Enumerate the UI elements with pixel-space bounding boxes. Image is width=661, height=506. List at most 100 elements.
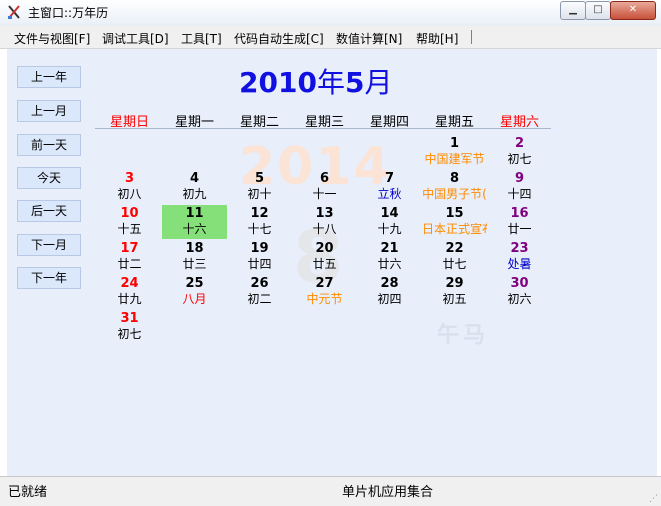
day-number: 19 — [250, 241, 269, 256]
day-cell[interactable]: 8 中国男子节( — [422, 170, 487, 204]
day-cell[interactable]: 10 十五 — [97, 205, 162, 239]
title-year: 2010 — [239, 66, 317, 99]
menu-tools[interactable]: 工具[T] — [181, 30, 222, 47]
day-number: 11 — [185, 206, 204, 221]
title-month-char: 月 — [364, 66, 393, 99]
day-number: 15 — [445, 206, 464, 221]
day-cell[interactable]: 21 廿六 — [357, 240, 422, 274]
lunar-label: 日本正式宣布 — [422, 222, 487, 236]
day-cell[interactable]: 2 初七 — [487, 135, 552, 169]
lunar-label: 廿七 — [442, 257, 467, 271]
day-cell[interactable]: 31 初七 — [97, 310, 162, 344]
day-number: 27 — [315, 276, 334, 291]
day-number: 12 — [250, 206, 269, 221]
menu-numeric[interactable]: 数值计算[N] — [336, 30, 402, 47]
menu-bar: 文件与视图[F] 调试工具[D] 工具[T] 代码自动生成[C] 数值计算[N]… — [0, 26, 661, 49]
day-number: 13 — [315, 206, 334, 221]
day-number: 14 — [380, 206, 399, 221]
day-number: 3 — [124, 171, 135, 186]
next-month-button[interactable]: 下一月 — [17, 234, 81, 256]
lunar-label: 十九 — [377, 222, 402, 236]
day-number: 24 — [120, 276, 139, 291]
lunar-label: 十一 — [312, 187, 337, 201]
title-bar: 主窗口::万年历 ▁ □ ✕ — [0, 0, 661, 26]
day-cell[interactable]: 16 廿一 — [487, 205, 552, 239]
prev-month-button[interactable]: 上一月 — [17, 100, 81, 122]
day-cell[interactable]: 1 中国建军节 — [422, 135, 487, 169]
lunar-label: 处暑 — [507, 257, 532, 271]
minimize-icon: ▁ — [569, 4, 577, 15]
lunar-label: 中元节 — [306, 292, 343, 306]
day-number: 10 — [120, 206, 139, 221]
day-cell[interactable]: 9 十四 — [487, 170, 552, 204]
next-day-button[interactable]: 后一天 — [17, 200, 81, 222]
day-number: 23 — [510, 241, 529, 256]
day-cell[interactable]: 7 立秋 — [357, 170, 422, 204]
day-number: 31 — [120, 311, 139, 326]
day-cell[interactable]: 17 廿二 — [97, 240, 162, 274]
close-button[interactable]: ✕ — [610, 1, 656, 20]
minimize-button[interactable]: ▁ — [560, 1, 586, 20]
resize-grip-icon[interactable]: ⋰ — [649, 494, 659, 504]
day-cell[interactable]: 12 十七 — [227, 205, 292, 239]
lunar-label: 廿六 — [377, 257, 402, 271]
day-cell[interactable]: 26 初二 — [227, 275, 292, 309]
app-icon — [8, 5, 20, 19]
watermark-zodiac: 午马 — [437, 323, 490, 348]
day-cell[interactable]: 27 中元节 — [292, 275, 357, 309]
status-text: 已就绪 — [8, 485, 48, 500]
day-cell[interactable]: 13 十八 — [292, 205, 357, 239]
prev-year-button[interactable]: 上一年 — [17, 66, 81, 88]
menu-code-gen[interactable]: 代码自动生成[C] — [234, 30, 324, 47]
day-cell-selected[interactable]: 11 十六 — [162, 205, 227, 239]
lunar-label: 中国男子节( — [422, 187, 487, 201]
day-number: 22 — [445, 241, 464, 256]
menu-help[interactable]: 帮助[H] — [416, 30, 458, 47]
day-cell[interactable]: 19 廿四 — [227, 240, 292, 274]
day-cell[interactable]: 6 十一 — [292, 170, 357, 204]
weekday-underline — [95, 128, 551, 129]
maximize-icon: □ — [593, 4, 603, 15]
day-number: 17 — [120, 241, 139, 256]
lunar-label: 十七 — [247, 222, 272, 236]
day-cell[interactable]: 20 廿五 — [292, 240, 357, 274]
lunar-label: 初五 — [442, 292, 467, 306]
day-number: 6 — [319, 171, 330, 186]
day-cell[interactable]: 30 初六 — [487, 275, 552, 309]
day-cell[interactable]: 4 初九 — [162, 170, 227, 204]
day-cell[interactable]: 29 初五 — [422, 275, 487, 309]
lunar-label: 初七 — [507, 152, 532, 166]
lunar-label: 初七 — [117, 327, 142, 341]
window-title: 主窗口::万年历 — [28, 6, 109, 20]
day-number: 1 — [449, 136, 460, 151]
lunar-label: 廿二 — [117, 257, 142, 271]
lunar-label: 十五 — [117, 222, 142, 236]
lunar-label: 初四 — [377, 292, 402, 306]
day-cell[interactable]: 18 廿三 — [162, 240, 227, 274]
day-cell[interactable]: 14 十九 — [357, 205, 422, 239]
today-button[interactable]: 今天 — [17, 167, 81, 189]
day-cell[interactable]: 15 日本正式宣布 — [422, 205, 487, 239]
day-number: 28 — [380, 276, 399, 291]
day-cell[interactable]: 5 初十 — [227, 170, 292, 204]
lunar-label: 初六 — [507, 292, 532, 306]
day-cell[interactable]: 23 处暑 — [487, 240, 552, 274]
lunar-label: 廿一 — [507, 222, 532, 236]
title-month: 5 — [344, 66, 365, 99]
menu-file-view[interactable]: 文件与视图[F] — [14, 30, 90, 47]
maximize-button[interactable]: □ — [585, 1, 611, 20]
prev-day-button[interactable]: 前一天 — [17, 134, 81, 156]
status-bar: 已就绪 单片机应用集合 ⋰ — [0, 476, 661, 506]
day-cell[interactable]: 28 初四 — [357, 275, 422, 309]
day-cell[interactable]: 3 初八 — [97, 170, 162, 204]
lunar-label: 廿五 — [312, 257, 337, 271]
next-year-button[interactable]: 下一年 — [17, 267, 81, 289]
day-number: 4 — [189, 171, 200, 186]
menu-debug-tools[interactable]: 调试工具[D] — [102, 30, 169, 47]
day-number: 29 — [445, 276, 464, 291]
day-cell[interactable]: 22 廿七 — [422, 240, 487, 274]
calendar-panel: 上一年 上一月 前一天 今天 后一天 下一月 下一年 2014 8 午马 201… — [7, 49, 657, 476]
day-number: 16 — [510, 206, 529, 221]
day-cell[interactable]: 24 廿九 — [97, 275, 162, 309]
day-cell[interactable]: 25 八月 — [162, 275, 227, 309]
